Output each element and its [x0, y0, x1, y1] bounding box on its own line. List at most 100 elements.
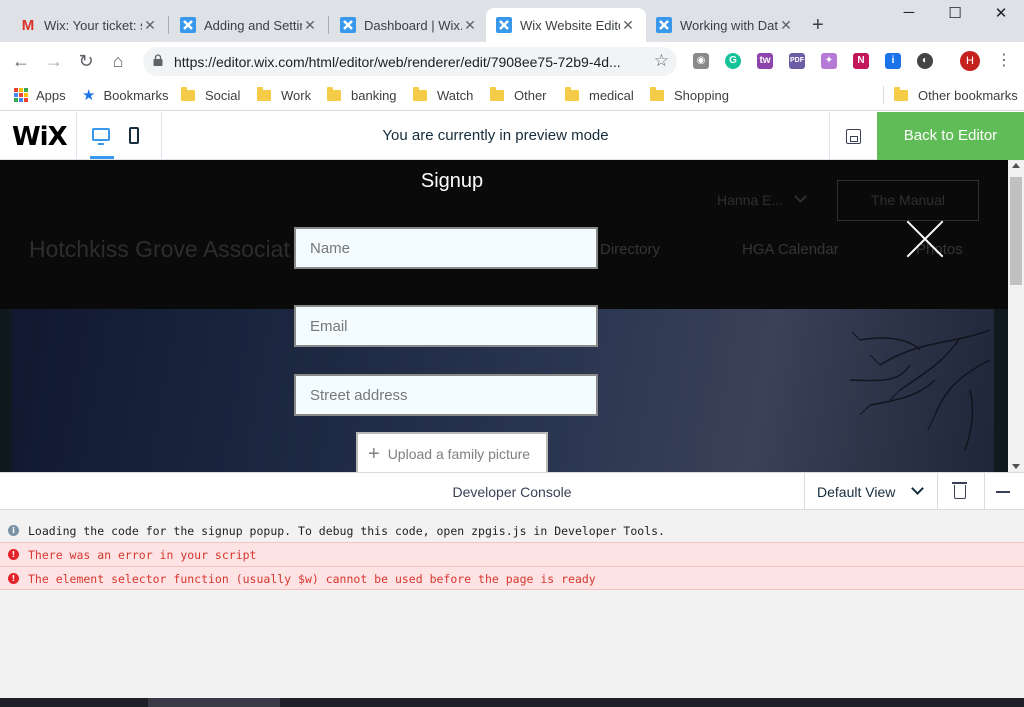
- wix-icon: [340, 17, 356, 33]
- bookmark-label: Other bookmarks: [918, 87, 1018, 103]
- extension-circle-icon[interactable]: ◐: [917, 53, 933, 69]
- divider: [829, 112, 830, 160]
- profile-avatar[interactable]: H: [960, 51, 980, 71]
- close-tab-icon[interactable]: ✕: [462, 17, 478, 34]
- trash-icon[interactable]: [952, 482, 967, 499]
- scroll-up-arrow-icon[interactable]: [1012, 163, 1020, 168]
- extension-puzzle-icon[interactable]: ✦: [821, 53, 837, 69]
- minimize-console-icon[interactable]: [996, 491, 1010, 493]
- bookmark-folder-medical[interactable]: medical: [565, 86, 634, 104]
- developer-console: Developer Console Default View i Loading…: [0, 472, 1024, 698]
- browser-tab-strip: M Wix: Your ticket: s ✕ Adding and Setti…: [0, 0, 1024, 42]
- signup-popup-title: Signup: [420, 170, 484, 192]
- upload-label: Upload a family picture: [387, 446, 531, 462]
- bookmark-folder-other-bookmarks[interactable]: Other bookmarks: [883, 86, 1018, 104]
- bookmark-folder-watch[interactable]: Watch: [413, 86, 473, 104]
- close-tab-icon[interactable]: ✕: [778, 17, 794, 34]
- tab-working-with-data[interactable]: Working with Dat ✕: [646, 8, 804, 42]
- tab-gmail-ticket[interactable]: M Wix: Your ticket: s ✕: [10, 8, 168, 42]
- log-text: The element selector function (usually $…: [28, 572, 596, 586]
- error-icon: !: [8, 549, 19, 560]
- log-text: Loading the code for the signup popup. T…: [28, 524, 665, 538]
- view-select-value: Default View: [817, 484, 896, 500]
- tree-branches-image: [849, 329, 990, 451]
- bookmark-label: Shopping: [674, 87, 729, 103]
- preview-mode-text: You are currently in preview mode: [382, 127, 609, 144]
- bookmark-folder-other[interactable]: Other: [490, 86, 547, 104]
- folder-icon: [413, 86, 427, 101]
- desktop-view-icon[interactable]: [92, 128, 110, 145]
- back-arrow-icon[interactable]: ←: [10, 50, 32, 72]
- name-field[interactable]: [294, 227, 598, 269]
- new-tab-plus-icon[interactable]: +: [812, 14, 824, 37]
- member-name[interactable]: Hanna E...: [717, 192, 783, 208]
- grammarly-icon[interactable]: G: [725, 53, 741, 69]
- bookmark-label: Apps: [36, 87, 66, 103]
- bookmark-folder-social[interactable]: Social: [181, 86, 240, 104]
- address-bar[interactable]: https://editor.wix.com/html/editor/web/r…: [143, 47, 677, 76]
- lock-icon: [153, 54, 163, 66]
- tab-adding-and-setting[interactable]: Adding and Settin ✕: [170, 8, 328, 42]
- nav-hga-calendar[interactable]: HGA Calendar: [742, 241, 839, 258]
- window-maximize-icon[interactable]: ☐: [932, 4, 978, 26]
- divider: [984, 473, 985, 510]
- mobile-view-icon[interactable]: [129, 127, 139, 144]
- taskbar-active-app[interactable]: [148, 698, 280, 707]
- camera-extension-icon[interactable]: ◉: [693, 53, 709, 69]
- divider: [76, 112, 77, 160]
- log-text: There was an error in your script: [28, 548, 257, 562]
- scroll-down-arrow-icon[interactable]: [1012, 464, 1020, 469]
- nav-directory[interactable]: Directory: [600, 241, 660, 258]
- folder-icon: [257, 86, 271, 101]
- name-input[interactable]: [296, 229, 596, 267]
- bookmark-apps[interactable]: Apps: [14, 86, 66, 104]
- tab-title: Working with Dat: [680, 17, 778, 33]
- home-icon[interactable]: ⌂: [107, 50, 129, 72]
- back-to-editor-button[interactable]: Back to Editor: [877, 112, 1024, 160]
- email-input[interactable]: [296, 307, 596, 345]
- bookmark-label: Bookmarks: [103, 87, 169, 103]
- upload-family-picture-button[interactable]: + Upload a family picture: [356, 432, 548, 472]
- folder-icon: [181, 86, 195, 101]
- bookmark-folder-work[interactable]: Work: [257, 86, 311, 104]
- scroll-thumb[interactable]: [1010, 177, 1022, 285]
- reload-icon[interactable]: ↻: [75, 50, 97, 72]
- folder-icon: [894, 86, 908, 101]
- tab-dashboard[interactable]: Dashboard | Wix.c ✕: [330, 8, 488, 42]
- close-tab-icon[interactable]: ✕: [302, 17, 318, 34]
- close-tab-icon[interactable]: ✕: [620, 17, 636, 34]
- tab-separator: [168, 16, 169, 34]
- wix-logo: WiX: [12, 122, 68, 152]
- chrome-menu-icon[interactable]: ⋮: [996, 50, 1012, 70]
- bookmark-folder-shopping[interactable]: Shopping: [650, 86, 729, 104]
- close-popup-icon[interactable]: [904, 218, 946, 260]
- extension-onenote-icon[interactable]: N: [853, 53, 869, 69]
- url-text: https://editor.wix.com/html/editor/web/r…: [174, 54, 621, 70]
- extension-tw-icon[interactable]: tw: [757, 53, 773, 69]
- active-view-indicator: [90, 156, 114, 159]
- street-address-field[interactable]: [294, 374, 598, 416]
- bookmark-star-icon[interactable]: ☆: [654, 51, 669, 71]
- page-scrollbar[interactable]: [1008, 160, 1024, 472]
- close-tab-icon[interactable]: ✕: [142, 17, 158, 34]
- email-field[interactable]: [294, 305, 598, 347]
- bookmark-folder-banking[interactable]: banking: [327, 86, 397, 104]
- site-preview: Hotchkiss Grove Associat Directory HGA C…: [0, 160, 1008, 472]
- bookmark-label: medical: [589, 87, 634, 103]
- bookmark-label: Other: [514, 87, 547, 103]
- bookmark-label: Work: [281, 87, 312, 103]
- info-extension-icon[interactable]: i: [885, 53, 901, 69]
- bookmark-bookmarks[interactable]: ★ Bookmarks: [82, 86, 168, 104]
- pdf-extension-icon[interactable]: PDF: [789, 53, 805, 69]
- the-manual-button[interactable]: The Manual: [837, 180, 979, 221]
- save-icon[interactable]: [846, 129, 861, 144]
- street-address-input[interactable]: [296, 376, 596, 414]
- window-minimize-icon[interactable]: ─: [886, 4, 932, 26]
- console-log-line: i Loading the code for the signup popup.…: [0, 519, 1024, 543]
- forward-arrow-icon[interactable]: →: [43, 50, 65, 72]
- folder-icon: [327, 86, 341, 101]
- window-close-icon[interactable]: ✕: [978, 4, 1024, 26]
- bookmark-label: banking: [351, 87, 397, 103]
- tab-wix-website-editor[interactable]: Wix Website Edito ✕: [486, 8, 646, 42]
- site-title[interactable]: Hotchkiss Grove Associat: [29, 236, 290, 263]
